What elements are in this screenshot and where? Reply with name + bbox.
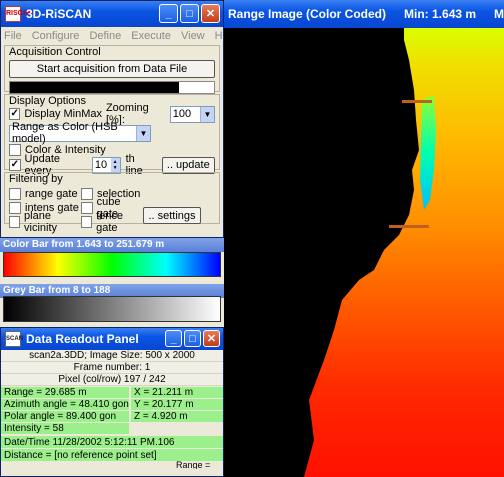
window-title: 3D-RiSCAN	[26, 7, 92, 21]
close-button[interactable]: ✕	[201, 4, 220, 23]
z-value: Z = 4.920 m	[131, 410, 223, 422]
scan-region	[304, 28, 504, 477]
update-button[interactable]: .. update	[161, 156, 216, 174]
range-max: Max: 251	[494, 7, 504, 21]
readout-titlebar[interactable]: SCAN Data Readout Panel _ □ ✕	[1, 328, 223, 350]
color-bar	[3, 252, 221, 277]
maximize-icon: □	[189, 332, 196, 345]
display-mode-select[interactable]: Range as Color (HSB model) ▼	[9, 121, 151, 145]
intens-gate-checkbox[interactable]	[9, 201, 21, 214]
acquisition-label: Acquisition Control	[9, 46, 101, 58]
update-every-checkbox[interactable]: ✓	[9, 159, 21, 171]
range-value: Range = 29.685 m	[1, 386, 129, 398]
range-min: Min: 1.643 m	[404, 7, 477, 21]
menu-file[interactable]: File	[4, 30, 22, 42]
selection-checkbox[interactable]	[81, 187, 93, 200]
grey-bar	[3, 296, 221, 322]
range-image-window: Range Image (Color Coded) Min: 1.643 m M…	[224, 0, 504, 477]
color-intensity-checkbox[interactable]	[9, 144, 21, 156]
filtering-group: Filtering by range gate selection intens…	[4, 172, 220, 234]
close-icon: ✕	[205, 8, 216, 20]
progress-fill	[179, 82, 214, 93]
acquisition-group: Acquisition Control Start acquisition fr…	[4, 45, 220, 94]
cube-gate-checkbox[interactable]	[81, 201, 93, 214]
frame-number: Frame number: 1	[1, 362, 223, 374]
datetime-value: Date/Time 11/28/2002 5:12:11 PM.106	[1, 436, 223, 448]
zoom-value: 100	[172, 108, 192, 120]
display-mode-value: Range as Color (HSB model)	[12, 121, 118, 145]
display-minmax-checkbox[interactable]: ✓	[9, 108, 21, 120]
menu-configure[interactable]: Configure	[32, 30, 80, 42]
display-options-group: Display Options ✓ Display MinMax Zooming…	[4, 94, 220, 177]
readout-maximize-button[interactable]: □	[184, 330, 201, 347]
marker-line-upper	[402, 100, 432, 103]
azimuth-value: Azimuth angle = 48.410 gon	[1, 398, 129, 410]
filtering-label: Filtering by	[9, 173, 63, 185]
readout-title: Data Readout Panel	[26, 332, 139, 346]
app-logo-icon: RISCAN	[5, 6, 33, 22]
plane-vicinity-label: plane vicinity	[24, 209, 58, 234]
spin-arrows-icon[interactable]: ▲ ▼	[110, 157, 120, 173]
color-bar-label: Color Bar from 1.643 to 251.679 m	[0, 238, 224, 252]
acquisition-progress	[9, 81, 215, 94]
pixel-position: Pixel (col/row) 197 / 242	[1, 374, 223, 386]
range-gate-label: range gate	[25, 187, 78, 200]
menu-bar: File Configure Define Execute View Help	[1, 27, 223, 45]
menu-view[interactable]: View	[181, 30, 205, 42]
x-value: X = 21.211 m	[131, 386, 223, 398]
filter-settings-button[interactable]: .. settings	[143, 207, 201, 224]
polar-value: Polar angle = 89.400 gon	[1, 410, 129, 422]
range-gate-checkbox[interactable]	[9, 187, 21, 200]
range-image-title: Range Image (Color Coded)	[228, 7, 387, 21]
range-image-titlebar[interactable]: Range Image (Color Coded) Min: 1.643 m M…	[224, 0, 504, 28]
file-info: scan2a.3DD; Image Size: 500 x 2000	[1, 350, 223, 362]
marker-line-lower	[389, 225, 429, 228]
readout-minimize-button[interactable]: _	[165, 330, 182, 347]
distance-value: Distance = [no reference point set]	[1, 449, 223, 461]
readout-footer: Range =	[176, 461, 211, 469]
minimize-icon: _	[165, 7, 172, 20]
scan-icon: SCAN	[5, 331, 23, 347]
display-minmax-label: Display MinMax	[24, 108, 103, 120]
chevron-down-icon: ▼	[136, 125, 150, 141]
data-readout-panel: SCAN Data Readout Panel _ □ ✕ scan2a.3DD…	[0, 327, 224, 477]
zoom-select[interactable]: 100 ▼	[169, 105, 215, 123]
range-image[interactable]	[224, 0, 504, 477]
menu-help[interactable]: Help	[215, 30, 223, 42]
chevron-down-icon: ▼	[200, 106, 214, 122]
minimize-icon: _	[170, 332, 177, 345]
fence-gate-label: fence gate	[96, 209, 124, 234]
menu-define[interactable]: Define	[89, 30, 121, 42]
update-interval-value: 10	[94, 159, 108, 171]
maximize-icon: □	[186, 7, 193, 20]
maximize-button[interactable]: □	[180, 4, 199, 23]
intensity-value: Intensity = 58	[1, 422, 129, 434]
readout-close-button[interactable]: ✕	[203, 330, 220, 347]
minimize-button[interactable]: _	[159, 4, 178, 23]
fence-gate-checkbox[interactable]	[81, 215, 93, 228]
plane-vicinity-checkbox[interactable]	[9, 215, 21, 228]
start-acquisition-button[interactable]: Start acquisition from Data File	[9, 60, 215, 78]
main-titlebar[interactable]: RISCAN 3D-RiSCAN _ □ ✕	[1, 1, 223, 27]
update-interval-stepper[interactable]: 10 ▲ ▼	[91, 156, 121, 174]
close-icon: ✕	[206, 333, 217, 345]
main-window: RISCAN 3D-RiSCAN _ □ ✕ File Configure De…	[0, 0, 224, 238]
menu-execute[interactable]: Execute	[131, 30, 171, 42]
y-value: Y = 20.177 m	[131, 398, 223, 410]
